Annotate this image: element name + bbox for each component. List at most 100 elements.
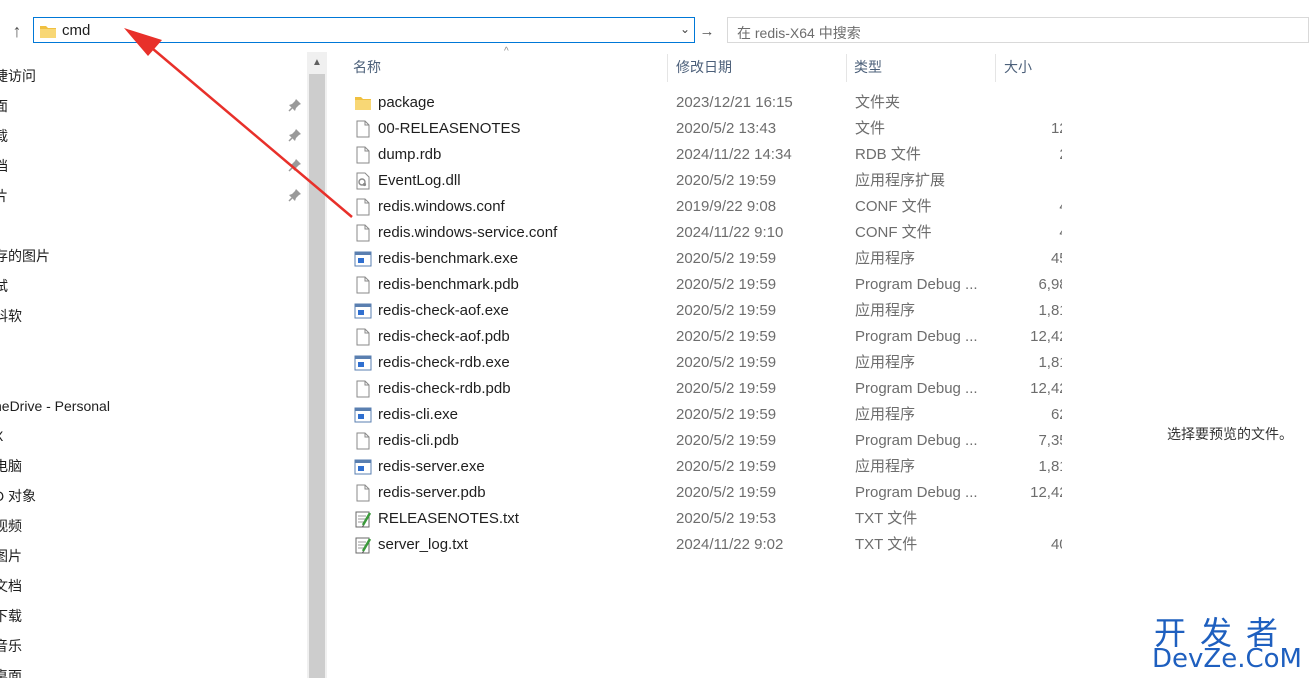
file-size: 120 — [1050, 120, 1062, 137]
column-divider[interactable] — [846, 54, 847, 82]
file-type: 应用程序 — [855, 250, 916, 267]
file-name: redis-benchmark.pdb — [378, 276, 519, 293]
sidebar-item[interactable]: i — [0, 362, 307, 390]
file-row[interactable]: redis-benchmark.pdb 2020/5/2 19:59 Program… — [340, 272, 1062, 298]
address-text[interactable]: cmd — [62, 22, 90, 39]
file-row[interactable]: redis-cli.pdb 2020/5/2 19:59 Program Debug… — [340, 428, 1062, 454]
txt-icon — [355, 537, 372, 554]
column-header-name[interactable]: 名称 — [353, 52, 381, 84]
file-row[interactable]: redis-check-rdb.pdb 2020/5/2 19:59 Program… — [340, 376, 1062, 402]
txt-icon — [355, 511, 372, 528]
chevron-down-icon[interactable]: ⌄ — [680, 22, 690, 36]
column-header-size[interactable]: 大小 — [1004, 52, 1032, 84]
file-icon — [356, 198, 370, 216]
file-row[interactable]: EventLog.dll 2020/5/2 19:59 应用程序扩展 2 — [340, 168, 1062, 194]
go-arrow-icon[interactable]: → — [697, 19, 717, 43]
file-type: 应用程序 — [855, 302, 916, 319]
site-watermark: 开发者 DevZe.CoM — [1148, 608, 1308, 678]
watermark-bottom-text: DevZe.CoM — [1152, 644, 1302, 674]
sidebar-item[interactable]: 视频 — [0, 512, 307, 540]
sidebar-item[interactable]: 片 — [0, 182, 307, 210]
column-divider[interactable] — [995, 54, 996, 82]
file-type: TXT 文件 — [855, 536, 918, 553]
scrollbar-thumb[interactable] — [309, 74, 325, 678]
file-row[interactable]: RELEASENOTES.txt 2020/5/2 19:53 TXT 文件 4 — [340, 506, 1062, 532]
scroll-up-icon[interactable]: ▲ — [307, 52, 327, 72]
file-row[interactable]: redis.windows-service.conf 2024/11/22 9:1… — [340, 220, 1062, 246]
file-icon — [356, 380, 370, 398]
file-name: redis-benchmark.exe — [378, 250, 519, 267]
sidebar-item[interactable]: D 对象 — [0, 482, 307, 510]
file-type: 应用程序扩展 — [855, 172, 946, 189]
pin-icon[interactable] — [288, 98, 302, 112]
sidebar-item[interactable]: 科软 — [0, 302, 307, 330]
sidebar-item[interactable]: 存的图片 — [0, 242, 307, 270]
navigation-scrollbar[interactable]: ▲ — [307, 52, 327, 678]
pin-icon[interactable] — [288, 128, 302, 142]
file-name: server_log.txt — [378, 536, 469, 553]
file-row[interactable]: 00-RELEASENOTES 2020/5/2 13:43 文件 120 — [340, 116, 1062, 142]
sidebar-item[interactable]: 音乐 — [0, 632, 307, 660]
file-size — [992, 90, 1062, 116]
file-row[interactable]: redis-server.pdb 2020/5/2 19:59 Program De… — [340, 480, 1062, 506]
column-header-modified[interactable]: 修改日期 — [676, 52, 732, 84]
file-size: 458 — [1050, 250, 1062, 267]
file-row[interactable]: redis-server.exe 2020/5/2 19:59 应用程序 1,815 — [340, 454, 1062, 480]
file-size: 1,815 — [1038, 354, 1062, 371]
file-size: 4 — [992, 506, 1062, 532]
address-bar[interactable]: cmd ⌄ — [33, 17, 695, 43]
search-placeholder[interactable]: 在 redis-X64 中搜索 — [737, 23, 861, 43]
file-type: Program Debug ... — [855, 276, 978, 293]
file-modified: 2020/5/2 19:59 — [676, 406, 777, 423]
file-row[interactable]: dump.rdb 2024/11/22 14:34 RDB 文件 28 — [340, 142, 1062, 168]
file-modified: 2020/5/2 19:59 — [676, 432, 777, 449]
ribbon-menu-cutoff — [0, 0, 1309, 6]
sidebar-item[interactable] — [0, 332, 307, 360]
sidebar-item[interactable]: 载 — [0, 122, 307, 150]
search-input[interactable]: 在 redis-X64 中搜索 — [727, 17, 1309, 43]
column-header-type[interactable]: 类型 — [854, 52, 882, 84]
sidebar-item[interactable]: 电脑 — [0, 452, 307, 480]
file-modified: 2019/9/22 9:08 — [676, 198, 777, 215]
file-row[interactable]: redis-check-aof.pdb 2020/5/2 19:59 Program… — [340, 324, 1062, 350]
file-modified: 2024/11/22 9:10 — [676, 224, 784, 241]
navigation-pane: 捷访问面载档片t 存的图片试科软 i neDrive - Personal X 电脑 D 对… — [0, 52, 307, 678]
file-row[interactable]: redis-benchmark.exe 2020/5/2 19:59 应用程序 458 — [340, 246, 1062, 272]
sidebar-item-label: 载 — [0, 128, 8, 144]
file-type: 应用程序 — [855, 458, 916, 475]
exe-icon — [354, 459, 372, 475]
file-name: redis.windows.conf — [378, 198, 505, 215]
sidebar-item[interactable]: X — [0, 422, 307, 450]
file-row[interactable]: redis-check-aof.exe 2020/5/2 19:59 应用程序 1,8… — [340, 298, 1062, 324]
file-row[interactable]: redis.windows.conf 2019/9/22 9:08 CONF 文件 4… — [340, 194, 1062, 220]
file-type: 应用程序 — [855, 354, 916, 371]
file-row[interactable]: redis-cli.exe 2020/5/2 19:59 应用程序 628 — [340, 402, 1062, 428]
file-modified: 2020/5/2 13:43 — [676, 120, 777, 137]
sidebar-item[interactable]: 文档 — [0, 572, 307, 600]
sidebar-item-label: 桌面 — [0, 668, 22, 678]
file-row[interactable]: server_log.txt 2024/11/22 9:02 TXT 文件 405 — [340, 532, 1062, 558]
file-modified: 2020/5/2 19:59 — [676, 250, 777, 267]
file-row[interactable]: redis-check-rdb.exe 2020/5/2 19:59 应用程序 1,8… — [340, 350, 1062, 376]
sidebar-item[interactable]: 图片 — [0, 542, 307, 570]
dll-icon — [356, 172, 370, 190]
preview-pane-message: 选择要预览的文件。 — [1167, 426, 1293, 442]
pin-icon[interactable] — [288, 158, 302, 172]
file-row[interactable]: package 2023/12/21 16:15 文件夹 — [340, 90, 1062, 116]
sidebar-item[interactable]: neDrive - Personal — [0, 392, 307, 420]
sidebar-item[interactable]: 捷访问 — [0, 62, 307, 90]
sidebar-item[interactable]: t — [0, 212, 307, 240]
column-divider[interactable] — [667, 54, 668, 82]
sidebar-item[interactable]: 试 — [0, 272, 307, 300]
pin-icon[interactable] — [288, 188, 302, 202]
sidebar-item[interactable]: 档 — [0, 152, 307, 180]
exe-icon — [354, 355, 372, 371]
sidebar-item[interactable]: 下载 — [0, 602, 307, 630]
up-arrow-icon[interactable]: ↑ — [6, 19, 28, 43]
sidebar-item-label: 图片 — [0, 548, 22, 564]
sidebar-item[interactable]: 面 — [0, 92, 307, 120]
file-modified: 2020/5/2 19:59 — [676, 458, 777, 475]
file-name: redis-check-aof.pdb — [378, 328, 510, 345]
sidebar-item[interactable]: 桌面 — [0, 662, 307, 678]
file-type: TXT 文件 — [855, 510, 918, 527]
